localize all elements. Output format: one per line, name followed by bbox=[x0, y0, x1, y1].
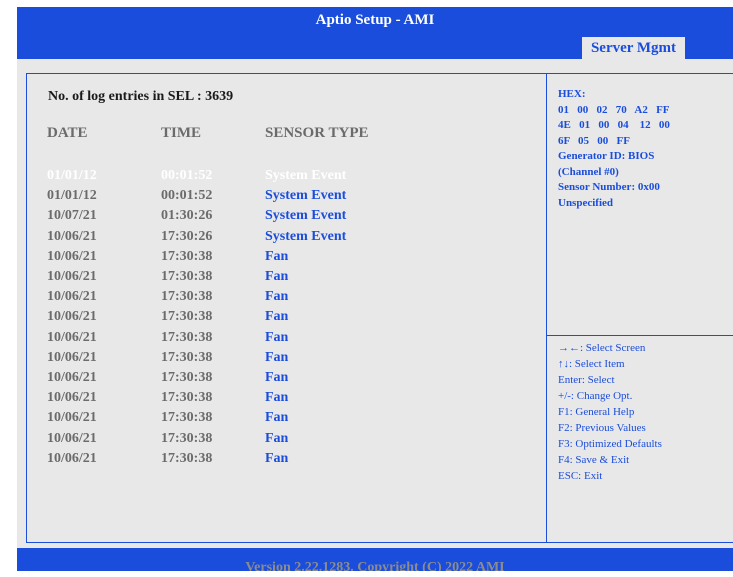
log-date: 10/06/21 bbox=[47, 410, 97, 426]
log-date: 10/06/21 bbox=[47, 269, 97, 284]
log-date: 10/06/21 bbox=[47, 390, 97, 406]
log-sensor-type: Fan bbox=[265, 289, 289, 305]
log-date: 10/06/21 bbox=[47, 309, 97, 325]
log-sensor-type: System Event bbox=[265, 228, 347, 244]
log-time: 01:30:26 bbox=[161, 208, 213, 224]
log-sensor-type: Fan bbox=[265, 248, 289, 264]
log-sensor-type: Fan bbox=[265, 450, 289, 466]
tab-bar: Server Mgmt bbox=[17, 34, 733, 59]
log-sensor-type: System Event bbox=[265, 208, 347, 224]
column-header-sensor-type: SENSOR TYPE bbox=[265, 125, 369, 141]
hex-label: HEX: bbox=[558, 88, 586, 100]
help-select-screen: →←: Select Screen bbox=[558, 342, 646, 354]
version-footer: Version 2.22.1283. Copyright (C) 2022 AM… bbox=[17, 548, 733, 571]
event-detail: HEX: 01 00 02 70 A2 FF 4E 01 00 04 12 00… bbox=[558, 87, 728, 211]
side-panel-divider bbox=[547, 335, 733, 336]
log-sensor-type: Fan bbox=[265, 309, 289, 325]
log-row[interactable]: 10/06/21 17:30:38 Fan bbox=[0, 408, 520, 428]
log-time: 17:30:38 bbox=[161, 329, 213, 345]
log-row[interactable]: 10/07/21 01:30:26 System Event bbox=[0, 206, 520, 226]
log-time: 17:30:38 bbox=[161, 269, 213, 284]
log-time: 00:01:52 bbox=[161, 188, 213, 204]
log-time: 17:30:38 bbox=[161, 248, 213, 264]
log-date: 01/01/12 bbox=[47, 188, 97, 204]
log-row[interactable]: 01/01/12 00:01:52 System Event bbox=[0, 166, 520, 186]
log-sensor-type: Fan bbox=[265, 430, 289, 446]
log-time: 17:30:38 bbox=[161, 390, 213, 406]
log-time: 17:30:38 bbox=[161, 410, 213, 426]
log-sensor-type: System Event bbox=[265, 168, 347, 183]
log-row[interactable]: 10/06/21 17:30:38 Fan bbox=[0, 348, 520, 368]
log-row[interactable]: 01/01/12 00:01:52 System Event bbox=[0, 186, 520, 206]
log-time: 17:30:38 bbox=[161, 309, 213, 325]
log-time: 17:30:38 bbox=[161, 289, 213, 305]
log-time: 17:30:38 bbox=[161, 370, 213, 385]
log-time: 17:30:38 bbox=[161, 430, 213, 446]
log-sensor-type: Fan bbox=[265, 269, 289, 284]
help-save-exit: F4: Save & Exit bbox=[558, 454, 630, 466]
log-date: 10/06/21 bbox=[47, 370, 97, 385]
log-sensor-type: Fan bbox=[265, 329, 289, 345]
help-select-item: ↑↓: Select Item bbox=[558, 358, 625, 370]
channel: (Channel #0) bbox=[558, 165, 619, 178]
log-row[interactable]: 10/06/21 17:30:38 Fan bbox=[0, 388, 520, 408]
log-row[interactable]: 10/06/21 17:30:38 Fan bbox=[0, 429, 520, 449]
log-date: 10/06/21 bbox=[47, 450, 97, 466]
log-row[interactable]: 10/06/21 17:30:38 Fan bbox=[0, 368, 520, 388]
log-date: 10/06/21 bbox=[47, 329, 97, 345]
log-date: 10/06/21 bbox=[47, 289, 97, 305]
log-time: 17:30:38 bbox=[161, 450, 213, 466]
log-sensor-type: Fan bbox=[265, 390, 289, 406]
hex-row: 4E 01 00 04 12 00 bbox=[558, 119, 670, 131]
log-date: 10/07/21 bbox=[47, 208, 97, 224]
help-general-help: F1: General Help bbox=[558, 406, 635, 418]
help-enter-select: Enter: Select bbox=[558, 374, 615, 386]
log-time: 17:30:26 bbox=[161, 228, 213, 244]
log-time: 00:01:52 bbox=[161, 168, 213, 183]
tab-server-mgmt[interactable]: Server Mgmt bbox=[582, 37, 685, 59]
log-row[interactable]: 10/06/21 17:30:38 Fan bbox=[0, 287, 520, 307]
generator-id: Generator ID: BIOS bbox=[558, 150, 655, 162]
log-row[interactable]: 10/06/21 17:30:38 Fan bbox=[0, 267, 520, 287]
log-row[interactable]: 10/06/21 17:30:38 Fan bbox=[0, 307, 520, 327]
log-row[interactable]: 10/06/21 17:30:38 Fan bbox=[0, 328, 520, 348]
log-sensor-type: Fan bbox=[265, 349, 289, 365]
event-unspecified: Unspecified bbox=[558, 196, 613, 209]
log-sensor-type: Fan bbox=[265, 370, 289, 385]
key-help: →←: Select Screen ↑↓: Select Item Enter:… bbox=[558, 340, 728, 484]
log-time: 17:30:38 bbox=[161, 349, 213, 365]
log-row[interactable]: 10/06/21 17:30:26 System Event bbox=[0, 227, 520, 247]
help-esc-exit: ESC: Exit bbox=[558, 470, 603, 482]
hex-row: 01 00 02 70 A2 FF bbox=[558, 103, 670, 116]
column-header-date: DATE bbox=[47, 125, 88, 141]
log-date: 10/06/21 bbox=[47, 349, 97, 365]
hex-row: 6F 05 00 FF bbox=[558, 134, 630, 147]
log-date: 01/01/12 bbox=[47, 168, 97, 183]
log-date: 10/06/21 bbox=[47, 228, 97, 244]
help-previous-values: F2: Previous Values bbox=[558, 422, 646, 434]
log-row[interactable]: 10/06/21 17:30:38 Fan bbox=[0, 247, 520, 267]
column-header-time: TIME bbox=[161, 125, 202, 141]
sel-entry-count: No. of log entries in SEL : 3639 bbox=[48, 89, 234, 104]
log-date: 10/06/21 bbox=[47, 430, 97, 446]
sensor-number: Sensor Number: 0x00 bbox=[558, 181, 660, 193]
window-title: Aptio Setup - AMI bbox=[17, 7, 733, 34]
help-change-opt: +/-: Change Opt. bbox=[558, 390, 633, 402]
log-sensor-type: System Event bbox=[265, 188, 347, 204]
help-optimized-defaults: F3: Optimized Defaults bbox=[558, 438, 662, 450]
log-sensor-type: Fan bbox=[265, 410, 289, 426]
log-date: 10/06/21 bbox=[47, 248, 97, 264]
log-row[interactable]: 10/06/21 17:30:38 Fan bbox=[0, 449, 520, 469]
